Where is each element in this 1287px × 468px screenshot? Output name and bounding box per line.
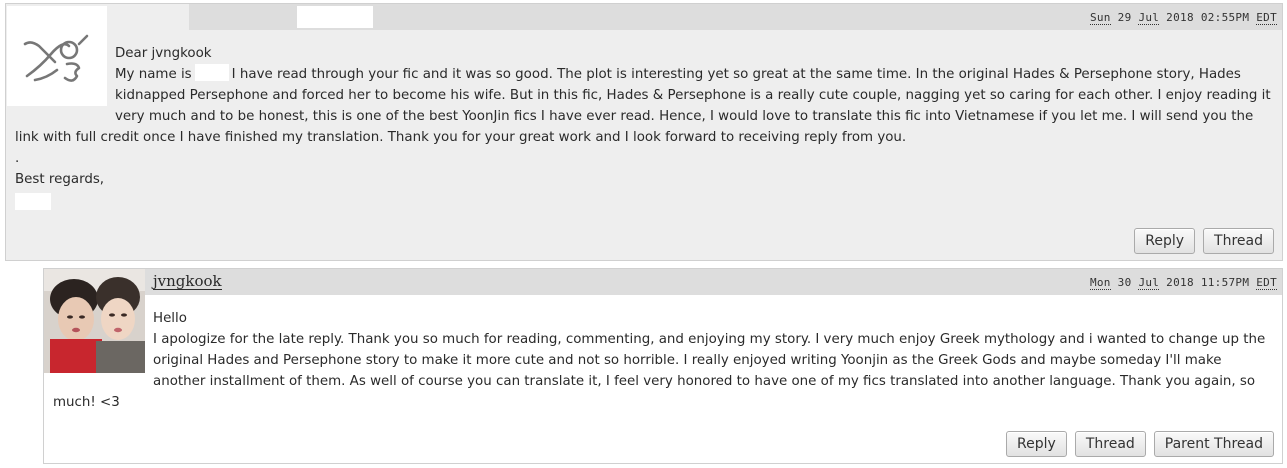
comment-2: jvngkook Mon 30 Jul 2018 11:57PM EDT Hel… xyxy=(43,268,1283,464)
thread-button[interactable]: Thread xyxy=(1203,228,1274,254)
dot-line: . xyxy=(15,151,20,166)
redacted-signature xyxy=(15,193,51,210)
comment-body: Hello I apologize for the late reply. Th… xyxy=(53,308,1278,413)
comment-datetime: Sun 29 Jul 2018 02:55PM EDT xyxy=(1089,11,1277,25)
weekday: Mon xyxy=(1089,276,1111,290)
comment-datetime: Mon 30 Jul 2018 11:57PM EDT xyxy=(1089,276,1277,290)
comment-header: Sun 29 Jul 2018 02:55PM EDT xyxy=(189,4,1282,30)
username-link[interactable]: jvngkook xyxy=(153,273,222,290)
intro-text: My name is xyxy=(115,67,192,82)
comment-1: Sun 29 Jul 2018 02:55PM EDT Dear jvngkoo… xyxy=(5,3,1283,261)
greeting-line: Dear jvngkook xyxy=(115,46,212,61)
reply-button[interactable]: Reply xyxy=(1006,431,1067,457)
time: 11:57PM xyxy=(1200,276,1250,289)
timezone: EDT xyxy=(1256,276,1277,290)
closing-line: Best regards, xyxy=(15,172,105,187)
thread-button[interactable]: Thread xyxy=(1074,431,1146,457)
year: 2018 xyxy=(1166,11,1194,24)
greeting-line: Hello xyxy=(153,311,187,326)
comment-header: jvngkook Mon 30 Jul 2018 11:57PM EDT xyxy=(145,269,1282,295)
reply-button[interactable]: Reply xyxy=(1134,228,1196,254)
weekday: Sun xyxy=(1089,11,1111,25)
comment-actions: Reply Thread Parent Thread xyxy=(1006,431,1274,457)
parent-thread-button[interactable]: Parent Thread xyxy=(1153,431,1274,457)
redacted-name xyxy=(194,64,229,81)
timezone: EDT xyxy=(1256,11,1277,25)
comment-body: Dear jvngkook My name is I have read thro… xyxy=(15,43,1277,210)
comment-actions: Reply Thread xyxy=(1134,228,1274,254)
comment-text: My name is I have read through your fic a… xyxy=(15,64,1277,148)
redacted-username xyxy=(297,6,373,28)
month: Jul xyxy=(1138,11,1160,25)
time: 02:55PM xyxy=(1200,11,1250,24)
day: 30 xyxy=(1117,276,1132,289)
day: 29 xyxy=(1117,11,1132,24)
year: 2018 xyxy=(1166,276,1194,289)
month: Jul xyxy=(1138,276,1160,290)
message-text: I apologize for the late reply. Thank yo… xyxy=(53,332,1266,410)
